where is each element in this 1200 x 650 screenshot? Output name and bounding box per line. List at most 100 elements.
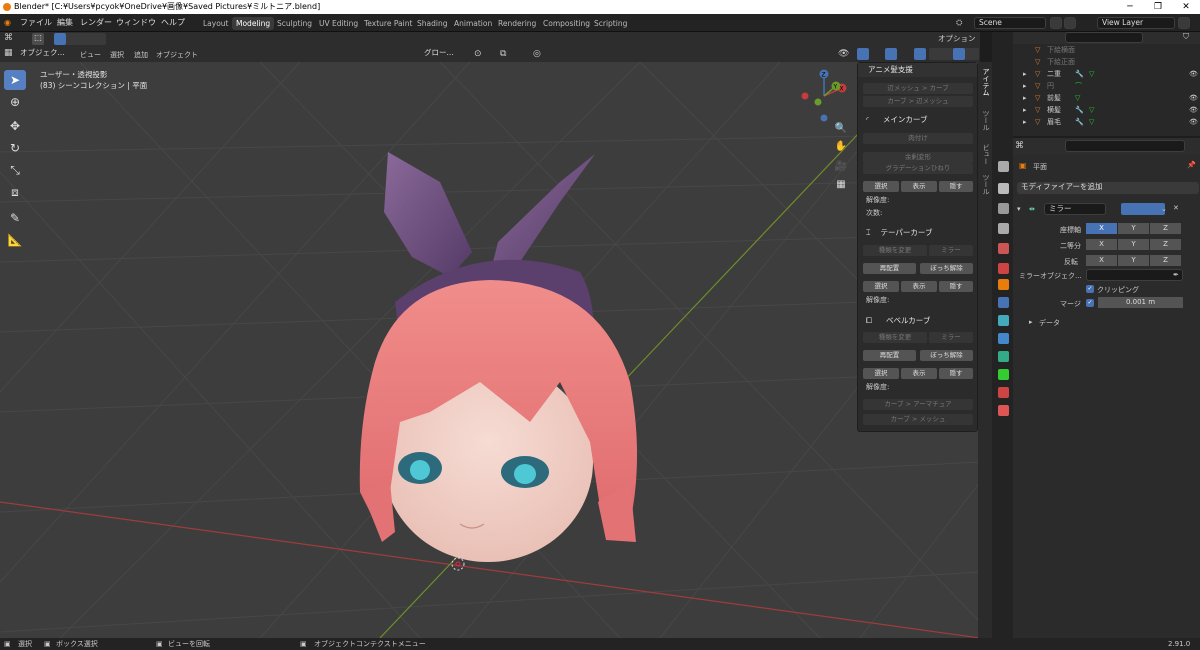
cursor-tool-icon[interactable]: ⊕ <box>4 92 26 112</box>
taper-unparent-button[interactable]: ぼっち解除 <box>920 263 973 274</box>
taper-hide-button[interactable]: 隠す <box>939 281 973 292</box>
tab-modeling[interactable]: Modeling <box>232 17 275 30</box>
tab-item[interactable]: アイテム <box>979 68 991 96</box>
scene-field[interactable]: Scene <box>974 17 1046 29</box>
camera-icon[interactable]: 🎥 <box>832 158 850 176</box>
gizmo-neg-y-axis[interactable] <box>814 98 822 106</box>
mirror-object-field[interactable] <box>1086 269 1183 281</box>
merge-distance-field[interactable]: 0.001 m <box>1098 297 1183 308</box>
measure-tool-icon[interactable]: 📐 <box>4 230 26 250</box>
filter-icon[interactable]: ⛉ <box>1183 32 1189 42</box>
pan-hand-icon[interactable]: ✋ <box>832 138 850 156</box>
flip-y-toggle[interactable]: Y <box>1118 255 1149 266</box>
menu-select[interactable]: 選択 <box>110 50 124 60</box>
material-tab-icon[interactable] <box>998 387 1009 398</box>
3d-viewport[interactable]: ユーザー・透視投影 (83) シーンコレクション | 平面 ➤ ⊕ ✥ ↻ ⤡ … <box>0 62 980 638</box>
random-deform-button[interactable]: 余剰変形 <box>863 152 973 163</box>
tab-view[interactable]: ビュー <box>979 144 991 165</box>
transform-orientation-dropdown[interactable]: グロー... <box>420 48 468 60</box>
tab-shading[interactable]: Shading <box>413 17 451 30</box>
outliner-row[interactable]: ▽ 下絵横面 <box>1013 44 1200 56</box>
minimize-button[interactable]: ─ <box>1116 0 1144 14</box>
select-mode-new-icon[interactable] <box>54 33 66 45</box>
tab-scripting[interactable]: Scripting <box>590 17 631 30</box>
view-layer-field[interactable]: View Layer <box>1097 17 1175 29</box>
tool-tab-icon[interactable] <box>998 161 1009 172</box>
tab-animation[interactable]: Animation <box>450 17 496 30</box>
navigation-gizmo[interactable]: Z X Y <box>800 68 860 128</box>
eye-icon[interactable]: 👁 <box>1189 104 1198 116</box>
blender-menu-icon[interactable]: ◉ <box>4 14 11 32</box>
mesh-to-curve-button[interactable]: 辺メッシュ > カーブ <box>863 83 973 94</box>
proportional-edit-icon[interactable]: ◎ <box>533 49 541 59</box>
bevel-change-type-button[interactable]: 種類を変更 <box>863 332 927 343</box>
rotate-tool-icon[interactable]: ↻ <box>4 138 26 158</box>
modifier-menu-icon[interactable]: ⌄ <box>1161 205 1167 213</box>
xray-toggle-icon[interactable] <box>914 48 926 60</box>
options-dropdown[interactable]: オプション <box>938 33 976 44</box>
add-modifier-dropdown[interactable]: モディファイアーを追加 <box>1017 182 1199 194</box>
eye-icon[interactable]: 👁 <box>1189 92 1198 104</box>
flip-x-toggle[interactable]: X <box>1086 255 1117 266</box>
menu-view[interactable]: ビュー <box>80 50 101 60</box>
outliner-row[interactable]: ▸ ▽ 眉毛 🔧 ▽ 👁 <box>1013 116 1200 128</box>
flip-z-toggle[interactable]: Z <box>1150 255 1181 266</box>
select-box-tool-icon[interactable]: ➤ <box>4 70 26 90</box>
gizmo-neg-x-axis[interactable] <box>801 92 809 100</box>
menu-file[interactable]: ファイル <box>20 14 52 32</box>
editor-type-icon[interactable]: ▦ <box>4 48 13 58</box>
snap-icon[interactable]: ⧉ <box>500 49 506 59</box>
menu-add[interactable]: 追加 <box>134 50 148 60</box>
taper-change-type-button[interactable]: 種類を変更 <box>863 245 927 256</box>
select-tool-icon[interactable]: ⬚ <box>32 33 44 45</box>
bevel-unparent-button[interactable]: ぼっち解除 <box>920 350 973 361</box>
tab-tool[interactable]: ツール <box>979 110 991 131</box>
grid-icon[interactable]: ▦ <box>832 176 850 194</box>
modifier-tab-icon[interactable] <box>998 297 1009 308</box>
gizmo-toggle-icon[interactable] <box>857 48 869 60</box>
axis-x-toggle[interactable]: X <box>1086 223 1117 234</box>
outliner-row[interactable]: ▸ ▽ 横髪 🔧 ▽ 👁 <box>1013 104 1200 116</box>
bevel-hide-button[interactable]: 隠す <box>939 368 973 379</box>
scale-tool-icon[interactable]: ⤡ <box>4 160 26 180</box>
taper-show-button[interactable]: 表示 <box>901 281 937 292</box>
taper-select-button[interactable]: 選択 <box>863 281 899 292</box>
bisect-y-toggle[interactable]: Y <box>1118 239 1149 250</box>
tab-layout[interactable]: Layout <box>199 17 233 30</box>
curve-to-mesh-final-button[interactable]: カーブ > メッシュ <box>863 414 973 425</box>
close-button[interactable]: ✕ <box>1172 0 1200 14</box>
object-tab-icon[interactable] <box>998 279 1009 290</box>
outliner-row[interactable]: ▸ ▽ 前髪 ▽ 👁 <box>1013 92 1200 104</box>
gizmo-neg-z-axis[interactable] <box>820 114 828 122</box>
tab-tool-2[interactable]: ツール <box>979 174 991 195</box>
taper-mirror-button[interactable]: ミラー <box>929 245 973 256</box>
eyedropper-icon[interactable]: ✒ <box>1173 271 1179 279</box>
bisect-z-toggle[interactable]: Z <box>1150 239 1181 250</box>
zoom-icon[interactable]: 🔍 <box>832 120 850 138</box>
menu-edit[interactable]: 編集 <box>57 14 73 32</box>
menu-help[interactable]: ヘルプ <box>161 14 185 32</box>
tab-compositing[interactable]: Compositing <box>539 17 594 30</box>
outliner-row[interactable]: ▸ ▽ 円 ⌒ <box>1013 80 1200 92</box>
move-tool-icon[interactable]: ✥ <box>4 116 26 136</box>
transform-tool-icon[interactable]: ⧈ <box>4 182 26 202</box>
editor-type-icon[interactable]: ⌘ <box>1015 141 1024 151</box>
remove-modifier-icon[interactable]: ✕ <box>1173 204 1179 212</box>
data-expand-icon[interactable]: ▸ <box>1029 318 1033 326</box>
data-tab-icon[interactable] <box>998 369 1009 380</box>
pin-icon[interactable]: 📌 <box>1187 161 1196 169</box>
mode-dropdown[interactable]: オブジェク... <box>16 48 74 60</box>
editor-type-icon[interactable]: ⌘ <box>4 33 20 45</box>
bevel-show-button[interactable]: 表示 <box>901 368 937 379</box>
physics-tab-icon[interactable] <box>998 333 1009 344</box>
material-preview-icon[interactable] <box>953 48 965 60</box>
axis-y-toggle[interactable]: Y <box>1118 223 1149 234</box>
menu-object[interactable]: オブジェクト <box>156 50 198 60</box>
eye-icon[interactable]: 👁 <box>1189 116 1198 128</box>
collapse-icon[interactable]: ▾ <box>1017 205 1021 213</box>
bevel-mirror-button[interactable]: ミラー <box>929 332 973 343</box>
bevel-reposition-button[interactable]: 再配置 <box>863 350 916 361</box>
menu-render[interactable]: レンダー <box>80 14 112 32</box>
clipping-checkbox[interactable]: ✓ <box>1086 285 1094 293</box>
render-tab-icon[interactable] <box>998 183 1009 194</box>
